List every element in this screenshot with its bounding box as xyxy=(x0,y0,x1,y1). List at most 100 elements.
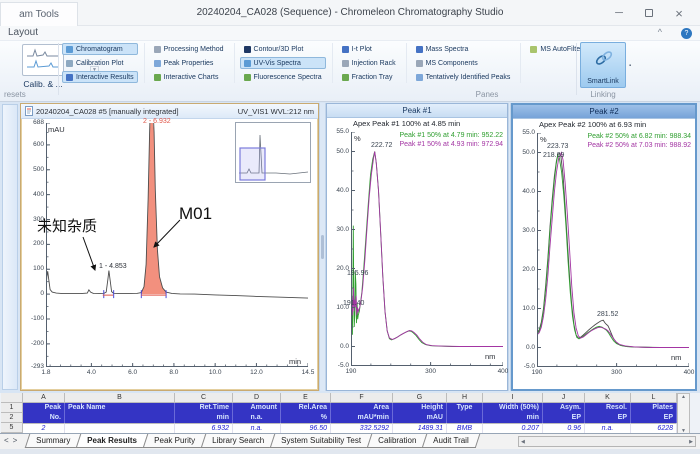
ribbon-button-injection-rack[interactable]: Injection Rack xyxy=(338,57,400,69)
close-button[interactable]: × xyxy=(664,2,694,24)
table-cell[interactable]: 1489.31 xyxy=(393,423,447,433)
table-vertical-scrollbar[interactable]: ▲ ▼ xyxy=(677,393,690,435)
help-icon[interactable]: ? xyxy=(681,28,692,39)
column-letter-D[interactable]: D xyxy=(233,393,281,403)
column-letter-C[interactable]: C xyxy=(175,393,233,403)
chromatogram-panel-header[interactable]: 20240204_CA028 #5 [manually integrated] … xyxy=(21,104,318,119)
ribbon-button-fraction-tray[interactable]: Fraction Tray xyxy=(338,71,400,83)
sheet-tab-system-suitability-test[interactable]: System Suitability Test xyxy=(270,434,372,448)
chromatogram-plot[interactable]: mAU min 2 - 6.932 1 - 4.853 未知杂质 M01 688… xyxy=(21,119,318,390)
table-cell[interactable] xyxy=(65,423,175,433)
scroll-up-icon[interactable]: ▲ xyxy=(681,394,686,400)
sheet-tab-peak-purity[interactable]: Peak Purity xyxy=(143,434,206,448)
x-tick-label: 10.0 xyxy=(201,369,229,377)
table-cell[interactable]: 6228 xyxy=(631,423,677,433)
sheet-tab-library-search[interactable]: Library Search xyxy=(201,434,276,448)
table-cell[interactable]: 96.50 xyxy=(281,423,331,433)
ribbon-button-label: Peak Properties xyxy=(164,60,214,67)
context-tab-tools[interactable]: am Tools xyxy=(0,2,78,26)
ribbon-button-calibration-plot[interactable]: Calibration Plot xyxy=(62,57,138,69)
preset-chart-icon xyxy=(25,47,61,73)
sheet-tab-audit-trail[interactable]: Audit Trail xyxy=(422,434,480,448)
tab-layout[interactable]: Layout xyxy=(8,27,38,38)
x-tick-label: 190 xyxy=(337,368,365,376)
title-bar: am Tools 20240204_CA028 (Sequence) - Chr… xyxy=(0,0,700,26)
peak1-spectrum-curves xyxy=(351,132,503,366)
scroll-left-icon[interactable]: ◀ xyxy=(521,439,525,445)
table-cell[interactable]: BMB xyxy=(447,423,483,433)
column-letter-E[interactable]: E xyxy=(281,393,331,403)
row-number[interactable]: 1 xyxy=(1,403,23,413)
column-letter-H[interactable]: H xyxy=(447,393,483,403)
column-letter-I[interactable]: I xyxy=(483,393,543,403)
y-tick-label: 10.0 xyxy=(511,305,535,313)
ribbon-button-mass-spectra[interactable]: Mass Spectra xyxy=(412,43,515,55)
peak2-panel-header[interactable]: Peak #2 xyxy=(513,105,695,119)
ribbon-button-uv-vis-spectra[interactable]: UV-Vis Spectra xyxy=(240,57,326,69)
ribbon-button-tentatively-identified-peaks[interactable]: Tentatively Identified Peaks xyxy=(412,71,515,83)
peak2-spectrum-plot[interactable]: Apex Peak #2 100% at 6.93 min % nm Peak … xyxy=(513,119,695,389)
interactive-results-icon xyxy=(66,74,73,81)
scroll-right-icon[interactable]: ▶ xyxy=(689,439,693,445)
injection-rack-icon xyxy=(342,60,349,67)
table-header: Area xyxy=(331,403,393,413)
y-tick-label: 688 xyxy=(20,119,44,127)
i-t-plot-icon xyxy=(342,46,349,53)
column-letter-K[interactable]: K xyxy=(585,393,631,403)
table-header-unit: n.a. xyxy=(233,413,281,423)
column-letter-G[interactable]: G xyxy=(393,393,447,403)
restore-button[interactable] xyxy=(634,2,664,24)
table-cell[interactable]: 332.5292 xyxy=(331,423,393,433)
sheet-tab-bar: <> SummaryPeak ResultsPeak PurityLibrary… xyxy=(0,433,700,449)
smartlink-dropdown-icon[interactable]: ▪ xyxy=(629,63,631,69)
ribbon-button-processing-method[interactable]: Processing Method xyxy=(150,43,228,55)
table-header-unit: EP xyxy=(585,413,631,423)
row-number[interactable]: 5 xyxy=(1,423,23,433)
collapsed-pane-strip[interactable] xyxy=(2,104,18,390)
sheet-tab-peak-results[interactable]: Peak Results xyxy=(76,434,148,448)
sheet-tab-summary[interactable]: Summary xyxy=(25,434,82,448)
peak1-panel-header[interactable]: Peak #1 xyxy=(327,104,507,118)
table-cell[interactable]: n.a. xyxy=(585,423,631,433)
ribbon-button-interactive-charts[interactable]: Interactive Charts xyxy=(150,71,228,83)
column-letter-B[interactable]: B xyxy=(65,393,175,403)
row-number[interactable]: 2 xyxy=(1,413,23,423)
y-tick-label: 55.0 xyxy=(511,129,535,137)
tentatively-identified-peaks-icon xyxy=(416,74,423,81)
table-cell[interactable]: 0.207 xyxy=(483,423,543,433)
impurity-annotation: 未知杂质 xyxy=(37,215,97,236)
table-corner[interactable] xyxy=(1,393,23,403)
ribbon-button-chromatogram[interactable]: Chromatogram xyxy=(62,43,138,55)
table-cell[interactable]: 0.96 xyxy=(543,423,585,433)
y-axis-unit: mAU xyxy=(48,125,65,134)
ribbon-tab-row: Layout ^ ? xyxy=(0,26,700,41)
sheet-tab-calibration[interactable]: Calibration xyxy=(367,434,428,448)
peak1-spectrum-plot[interactable]: Apex Peak #1 100% at 4.85 min % nm Peak … xyxy=(327,118,507,390)
column-letter-A[interactable]: A xyxy=(23,393,65,403)
ribbon-button-i-t-plot[interactable]: I-t Plot xyxy=(338,43,400,55)
y-tick-label: 40.0 xyxy=(325,187,349,195)
zoom-selection-rect[interactable] xyxy=(240,148,265,180)
ribbon-button-peak-properties[interactable]: Peak Properties xyxy=(150,57,228,69)
column-letter-L[interactable]: L xyxy=(631,393,677,403)
zoom-overview-inset[interactable] xyxy=(235,122,311,183)
table-horizontal-scrollbar[interactable]: ◀ ▶ xyxy=(518,436,696,447)
ribbon-collapse-icon[interactable]: ^ xyxy=(658,27,662,37)
table-cell[interactable]: 6.932 xyxy=(175,423,233,433)
ribbon-button-ms-components[interactable]: MS Components xyxy=(412,57,515,69)
tab-scroll-arrows[interactable]: <> xyxy=(4,436,21,445)
ribbon-button-contour-3d-plot[interactable]: Contour/3D Plot xyxy=(240,43,326,55)
peak2-apex-title: Apex Peak #2 100% at 6.93 min xyxy=(539,120,646,129)
table-cell[interactable]: 2 xyxy=(23,423,65,433)
smartlink-button[interactable]: SmartLink xyxy=(580,42,626,88)
ribbon-button-fluorescence-spectra[interactable]: Fluorescence Spectra xyxy=(240,71,326,83)
table-cell[interactable]: n.a. xyxy=(233,423,281,433)
peak2-spectrum-panel: Peak #2 Apex Peak #2 100% at 6.93 min % … xyxy=(511,103,697,391)
chromatogram-channel: UV_VIS1 WVL:212 nm xyxy=(238,107,314,116)
main-peak-annotation: M01 xyxy=(179,204,212,224)
column-letter-J[interactable]: J xyxy=(543,393,585,403)
table-header: Peak Name xyxy=(65,403,175,413)
minimize-button[interactable]: ─ xyxy=(604,2,634,24)
ribbon-button-interactive-results[interactable]: Interactive Results xyxy=(62,71,138,83)
column-letter-F[interactable]: F xyxy=(331,393,393,403)
